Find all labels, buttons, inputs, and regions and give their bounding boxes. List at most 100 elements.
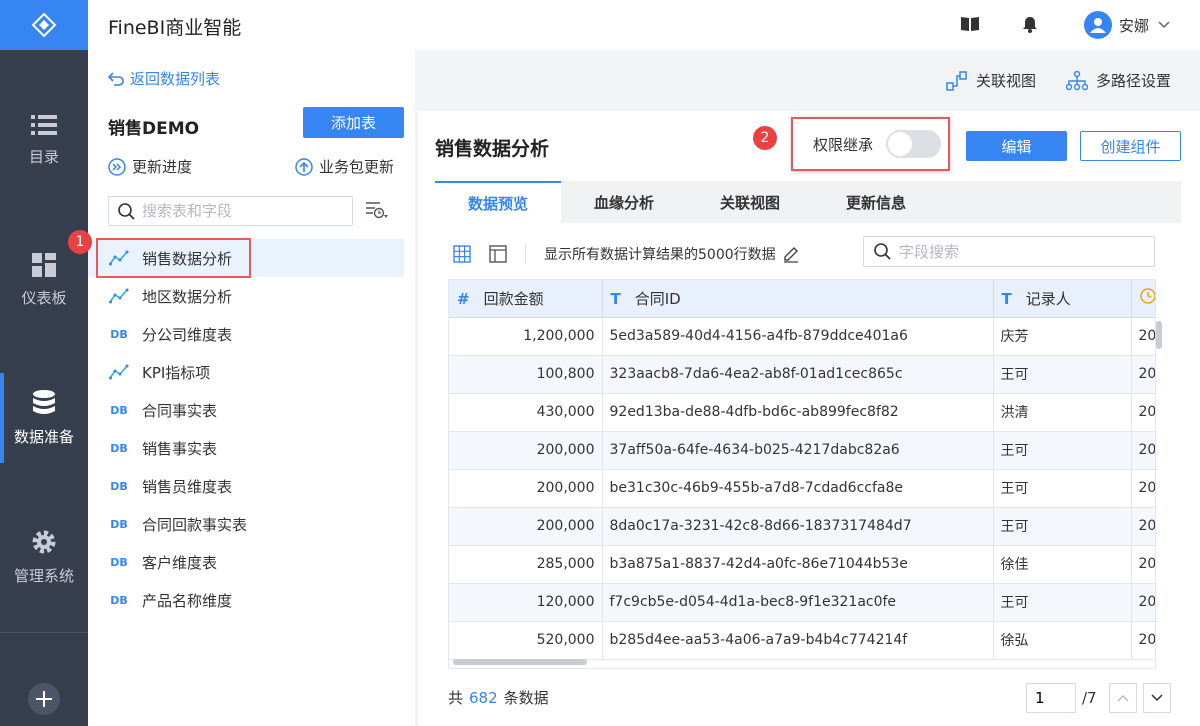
nav-label: 仪表板: [21, 288, 67, 307]
table-cell: 王可: [993, 583, 1132, 622]
multipath-settings-link[interactable]: 多路径设置: [1066, 70, 1171, 91]
edit-button[interactable]: 编辑: [966, 131, 1067, 161]
table-cell: be31c30c-46b9-455b-a7d8-7cdad6ccfa8e: [602, 469, 994, 508]
clock-icon: [1139, 288, 1155, 304]
top-header: FineBI商业智能 安娜: [88, 0, 1200, 50]
table-row[interactable]: 200,000 8da0c17a-3231-42c8-8d66-183731748…: [449, 507, 1155, 546]
db-table-icon: DB: [110, 441, 128, 455]
back-label: 返回数据列表: [130, 70, 221, 88]
column-header-date[interactable]: [1131, 280, 1155, 318]
field-search-input[interactable]: [899, 242, 1139, 261]
tree-item-region-analysis[interactable]: 地区数据分析: [88, 277, 415, 315]
horizontal-scrollbar[interactable]: [453, 659, 587, 665]
tab-data-preview[interactable]: 数据预览: [435, 181, 561, 223]
count-prefix: 共: [448, 689, 464, 707]
table-cell: f7c9cb5e-d054-4d1a-bec8-9f1e321ac0fe: [602, 583, 994, 622]
nav-item-data-prep[interactable]: 数据准备: [0, 373, 88, 463]
table-cell: 1,200,000: [449, 317, 603, 356]
relation-view-label: 关联视图: [976, 72, 1037, 90]
table-row[interactable]: 520,000 b285d4ee-aa53-4a06-a7a9-b4b4c7742…: [449, 621, 1155, 660]
nav-item-catalog[interactable]: 目录: [0, 95, 88, 185]
book-icon[interactable]: [961, 16, 979, 32]
add-table-button[interactable]: 添加表: [303, 107, 404, 138]
db-table-icon: DB: [110, 517, 128, 531]
list-icon: [31, 114, 57, 135]
table-row[interactable]: 200,000 be31c30c-46b9-455b-a7d8-7cdad6ccf…: [449, 469, 1155, 508]
permission-inherit-label: 权限继承: [813, 135, 874, 154]
edit-pen-icon[interactable]: [782, 245, 800, 263]
table-row[interactable]: 100,800 323aacb8-7da6-4ea2-ab8f-01ad1cec8…: [449, 355, 1155, 394]
column-header-recorder[interactable]: T 记录人: [993, 280, 1132, 318]
create-component-button[interactable]: 创建组件: [1080, 131, 1181, 161]
nav-label: 管理系统: [13, 566, 74, 585]
prev-page-button[interactable]: [1108, 683, 1137, 713]
chevron-down-icon: [1158, 21, 1170, 29]
tree-item-label: 分公司维度表: [142, 325, 233, 344]
table-cell: 5ed3a589-40d4-4156-a4fb-879ddce401a6: [602, 317, 994, 356]
column-header-amount[interactable]: # 回款金额: [449, 280, 603, 318]
tree-item-product-dim[interactable]: DB 产品名称维度: [88, 581, 415, 619]
count-value: 682: [469, 688, 498, 707]
layout-view-icon[interactable]: [489, 245, 507, 263]
user-icon: [1090, 18, 1106, 33]
tree-item-sales-fact[interactable]: DB 销售事实表: [88, 429, 415, 467]
nav-divider: [0, 632, 88, 633]
tree-item-payment-fact[interactable]: DB 合同回款事实表: [88, 505, 415, 543]
page-title: 销售数据分析: [435, 138, 550, 160]
table-cell: 92ed13ba-de88-4dfb-bd6c-ab899fec8f82: [602, 393, 994, 432]
vertical-scrollbar[interactable]: [1156, 321, 1162, 349]
grid-view-icon[interactable]: [453, 245, 471, 263]
hierarchy-icon: [1066, 70, 1088, 90]
nav-item-admin[interactable]: 管理系统: [0, 512, 88, 602]
table-search-input[interactable]: [142, 202, 342, 220]
tree-item-branch-dim[interactable]: DB 分公司维度表: [88, 315, 415, 353]
main-panel: 销售数据分析 权限继承 2 编辑 创建组件 数据预览 血缘分析 关联视图 更新信…: [418, 111, 1200, 726]
tree-item-label: 合同事实表: [142, 401, 218, 420]
add-button[interactable]: [28, 683, 60, 715]
tree-item-label: KPI指标项: [142, 363, 211, 382]
table-cell: 323aacb8-7da6-4ea2-ab8f-01ad1cec865c: [602, 355, 994, 394]
update-progress-link[interactable]: 更新进度: [108, 156, 192, 177]
field-search[interactable]: [863, 236, 1155, 267]
pagination: /7: [1026, 683, 1171, 713]
table-row[interactable]: 285,000 b3a875a1-8837-42d4-a0fc-86e71044b…: [449, 545, 1155, 584]
next-page-button[interactable]: [1142, 683, 1171, 713]
tab-relation-view[interactable]: 关联视图: [687, 181, 813, 223]
tree-item-label: 销售事实表: [142, 439, 218, 458]
table-search[interactable]: [108, 196, 353, 226]
table-row[interactable]: 120,000 f7c9cb5e-d054-4d1a-bec8-9f1e321ac…: [449, 583, 1155, 622]
logo[interactable]: [0, 0, 88, 50]
table-cell: 王可: [993, 355, 1132, 394]
table-cell: 20: [1131, 317, 1155, 356]
table-tree: 销售数据分析 地区数据分析 DB 分公司维度表 KPI指标项 DB 合同事实表 …: [88, 239, 415, 619]
user-name: 安娜: [1119, 16, 1150, 35]
tab-lineage[interactable]: 血缘分析: [561, 181, 687, 223]
column-label: 记录人: [1025, 289, 1071, 308]
update-package-link[interactable]: 业务包更新: [295, 156, 394, 177]
tree-item-label: 客户维度表: [142, 553, 218, 572]
table-cell: 430,000: [449, 393, 603, 432]
tree-item-salesperson-dim[interactable]: DB 销售员维度表: [88, 467, 415, 505]
tree-item-contract-fact[interactable]: DB 合同事实表: [88, 391, 415, 429]
column-label: 回款金额: [483, 289, 544, 308]
data-preview-table: # 回款金额 T 合同ID T 记录人 1,200,000 5ed3a589-40d4-…: [448, 279, 1156, 669]
permission-inherit-toggle[interactable]: [886, 130, 942, 158]
db-table-icon: DB: [110, 593, 128, 607]
table-row[interactable]: 430,000 92ed13ba-de88-4dfb-bd6c-ab899fec8…: [449, 393, 1155, 432]
table-row[interactable]: 200,000 37aff50a-64fe-4634-b025-4217dabc8…: [449, 431, 1155, 470]
table-row[interactable]: 1,200,000 5ed3a589-40d4-4156-a4fb-879ddce…: [449, 317, 1155, 356]
step-badge-1: 1: [68, 230, 92, 254]
tree-item-kpi[interactable]: KPI指标项: [88, 353, 415, 391]
page-number-input[interactable]: [1026, 683, 1076, 713]
user-menu[interactable]: 安娜: [1084, 11, 1170, 39]
relation-view-link[interactable]: 关联视图: [946, 70, 1036, 91]
db-table-icon: DB: [110, 327, 128, 341]
text-type-icon: T: [610, 289, 621, 308]
column-header-contract-id[interactable]: T 合同ID: [602, 280, 994, 318]
back-to-list-link[interactable]: 返回数据列表: [108, 68, 220, 89]
table-cell: 20: [1131, 583, 1155, 622]
tree-item-customer-dim[interactable]: DB 客户维度表: [88, 543, 415, 581]
tab-update-info[interactable]: 更新信息: [813, 181, 939, 223]
bell-icon[interactable]: [1023, 16, 1037, 33]
filter-sort-icon[interactable]: [365, 200, 389, 222]
